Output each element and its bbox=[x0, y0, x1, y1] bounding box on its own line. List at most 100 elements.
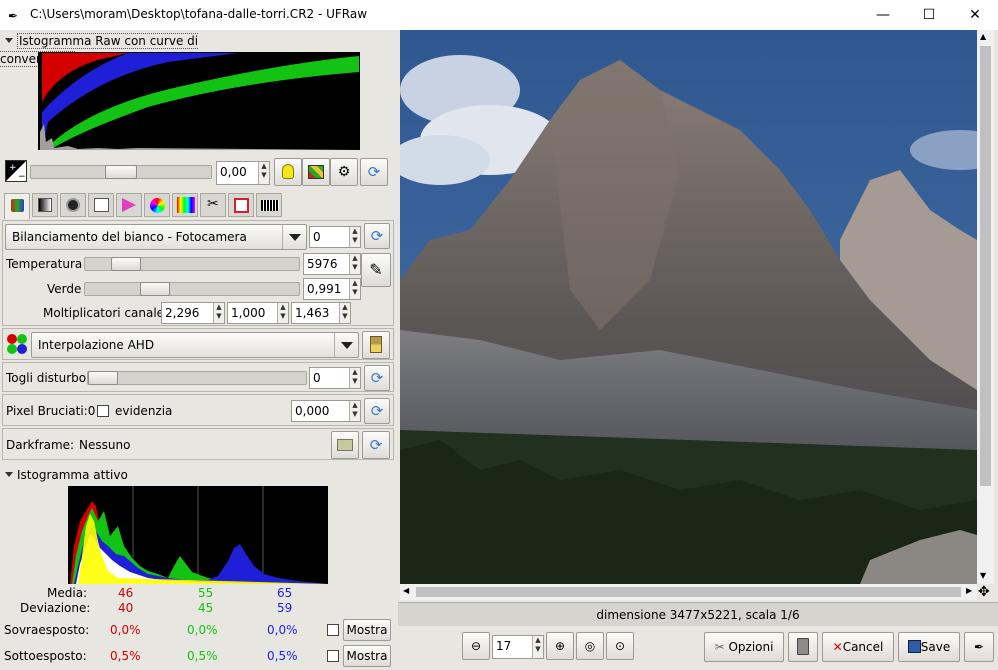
temperature-spinbox[interactable]: 5976 ▲ ▼ bbox=[303, 253, 361, 275]
interpolation-combo[interactable]: Interpolazione AHD bbox=[31, 332, 359, 358]
temperature-slider[interactable] bbox=[84, 257, 300, 271]
horizontal-scrollbar[interactable]: ◀ ▶ bbox=[400, 584, 977, 600]
reset-icon: ⟳ bbox=[370, 402, 384, 420]
wb-fine-tune-arrows[interactable]: ▲ ▼ bbox=[349, 227, 360, 247]
tab-base-curve[interactable] bbox=[60, 193, 86, 217]
show-overexposed-button[interactable]: Mostra bbox=[343, 619, 391, 641]
auto-exposure-button[interactable] bbox=[274, 158, 302, 186]
denoise-slider-knob[interactable] bbox=[88, 371, 118, 385]
denoise-reset-button[interactable]: ⟳ bbox=[364, 365, 390, 391]
zoom-100-button[interactable]: ⊙ bbox=[606, 632, 634, 660]
green-slider-knob[interactable] bbox=[140, 282, 170, 296]
live-histogram-expander[interactable]: Istogramma attivo bbox=[0, 466, 200, 484]
green-slider[interactable] bbox=[84, 282, 300, 296]
exposure-spin-arrows[interactable]: ▲ ▼ bbox=[258, 162, 269, 184]
zoom-in-button[interactable]: ⊕ bbox=[546, 632, 574, 660]
delete-button[interactable] bbox=[788, 632, 818, 662]
show-underexposed-checkbox[interactable] bbox=[327, 650, 339, 662]
pan-move-icon[interactable]: ✥ bbox=[978, 584, 990, 600]
vertical-scrollbar-thumb[interactable] bbox=[980, 46, 991, 486]
tab-grayscale[interactable] bbox=[32, 193, 58, 217]
preview-image[interactable] bbox=[400, 30, 977, 584]
cancel-label: Cancel bbox=[842, 640, 884, 654]
darkframe-open-button[interactable] bbox=[331, 431, 359, 459]
temperature-label: Temperatura bbox=[6, 257, 83, 271]
zoom-out-button[interactable]: ⊖ bbox=[462, 632, 490, 660]
exposure-reset-button[interactable]: ⟳ bbox=[360, 158, 388, 186]
scroll-up-icon[interactable]: ▲ bbox=[980, 32, 986, 41]
highlight-checkbox[interactable] bbox=[97, 405, 109, 417]
tab-color-management[interactable] bbox=[116, 193, 142, 217]
scroll-down-icon[interactable]: ▼ bbox=[980, 571, 986, 580]
wb-fine-tune-value: 0 bbox=[313, 230, 321, 244]
interpolation-section: Interpolazione AHD bbox=[2, 328, 394, 360]
gears-icon: ⚙ bbox=[337, 164, 351, 180]
minimize-button[interactable]: — bbox=[860, 0, 906, 30]
denoise-spinbox[interactable]: 0 ▲ ▼ bbox=[309, 367, 361, 389]
hot-pixels-reset-button[interactable]: ⟳ bbox=[364, 398, 390, 424]
gimp-icon: ✒ bbox=[973, 640, 985, 654]
darkframe-reset-button[interactable]: ⟳ bbox=[362, 431, 390, 459]
blue-multiplier-spinbox[interactable]: 1,463 ▲ ▼ bbox=[291, 302, 351, 324]
bottom-toolbar: ⊖ 17 ▲ ▼ ⊕ ◎ ⊙ ✂ Opzioni ✕Cancel Save ✒ bbox=[398, 626, 998, 670]
restore-details-button[interactable] bbox=[302, 158, 330, 186]
hot-pixels-label: Pixel Bruciati:0 bbox=[6, 404, 96, 418]
chevron-down-icon[interactable] bbox=[334, 333, 358, 357]
green-label: Verde bbox=[47, 282, 82, 296]
green-arrows[interactable]: ▲ ▼ bbox=[349, 279, 360, 299]
scroll-left-icon[interactable]: ◀ bbox=[403, 586, 409, 595]
tab-exif[interactable] bbox=[256, 193, 282, 217]
clip-settings-button[interactable]: ⚙ bbox=[330, 158, 358, 186]
tab-save[interactable] bbox=[228, 193, 254, 217]
hot-pixels-arrows[interactable]: ▲ ▼ bbox=[349, 401, 360, 421]
green-multiplier-spinbox[interactable]: 1,000 ▲ ▼ bbox=[227, 302, 289, 324]
show-overexposed-checkbox[interactable] bbox=[327, 624, 339, 636]
zoom-arrows[interactable]: ▲ ▼ bbox=[532, 636, 543, 658]
tab-color-spectrum[interactable] bbox=[172, 193, 198, 217]
temperature-arrows[interactable]: ▲ ▼ bbox=[349, 254, 360, 274]
chevron-down-icon[interactable] bbox=[282, 225, 306, 249]
vertical-scrollbar[interactable]: ▲ ▼ bbox=[977, 30, 994, 584]
close-button[interactable]: ✕ bbox=[952, 0, 998, 30]
smoothing-button[interactable] bbox=[362, 331, 390, 359]
tab-white-balance[interactable] bbox=[4, 193, 30, 219]
tab-corrections[interactable] bbox=[88, 193, 114, 217]
cancel-button[interactable]: ✕Cancel bbox=[822, 632, 894, 662]
wb-picker-button[interactable]: ✎ bbox=[361, 253, 391, 287]
wb-reset-button[interactable]: ⟳ bbox=[364, 223, 390, 249]
red-multiplier-spinbox[interactable]: 2,296 ▲ ▼ bbox=[161, 302, 225, 324]
crop-icon: ✂ bbox=[207, 196, 219, 212]
zoom-100-icon: ⊙ bbox=[614, 639, 626, 653]
tab-crop[interactable]: ✂ bbox=[200, 193, 226, 217]
zoom-in-icon: ⊕ bbox=[554, 639, 566, 653]
exposure-slider-knob[interactable] bbox=[105, 165, 137, 179]
horizontal-scrollbar-thumb[interactable] bbox=[416, 587, 961, 597]
white-balance-section: Bilanciamento del bianco - Fotocamera 0 … bbox=[2, 220, 394, 326]
temperature-slider-knob[interactable] bbox=[111, 257, 141, 271]
green-multiplier-arrows[interactable]: ▲ ▼ bbox=[277, 303, 288, 323]
options-button[interactable]: ✂ Opzioni bbox=[704, 632, 784, 662]
underexposed-label: Sottoesposto: bbox=[4, 649, 87, 663]
deviation-red: 40 bbox=[118, 601, 134, 615]
hot-pixels-spinbox[interactable]: 0,000 ▲ ▼ bbox=[291, 400, 361, 422]
zoom-fit-button[interactable]: ◎ bbox=[576, 632, 604, 660]
wb-preset-combo[interactable]: Bilanciamento del bianco - Fotocamera bbox=[5, 224, 307, 250]
green-spinbox[interactable]: 0,991 ▲ ▼ bbox=[303, 278, 361, 300]
exposure-spinbox[interactable]: 0,00 ▲ ▼ bbox=[216, 161, 270, 185]
scroll-right-icon[interactable]: ▶ bbox=[966, 586, 972, 595]
save-label: Save bbox=[920, 640, 951, 654]
send-to-gimp-button[interactable]: ✒ bbox=[964, 632, 994, 662]
save-button[interactable]: Save bbox=[898, 632, 960, 662]
red-multiplier-arrows[interactable]: ▲ ▼ bbox=[213, 303, 224, 323]
zoom-spinbox[interactable]: 17 ▲ ▼ bbox=[492, 635, 544, 659]
blue-multiplier-arrows[interactable]: ▲ ▼ bbox=[339, 303, 350, 323]
title-bar: ✒ C:\Users\moram\Desktop\tofana-dalle-to… bbox=[0, 0, 998, 30]
denoise-slider[interactable] bbox=[87, 371, 307, 385]
wb-fine-tune-spinbox[interactable]: 0 ▲ ▼ bbox=[309, 226, 361, 248]
exposure-slider[interactable] bbox=[30, 165, 212, 179]
tab-color-wheel[interactable] bbox=[144, 193, 170, 217]
raw-histogram-expander[interactable]: Istogramma Raw con curve di conversione bbox=[0, 32, 266, 67]
maximize-button[interactable]: ☐ bbox=[906, 0, 952, 30]
show-underexposed-button[interactable]: Mostra bbox=[343, 645, 391, 667]
denoise-arrows[interactable]: ▲ ▼ bbox=[349, 368, 360, 388]
